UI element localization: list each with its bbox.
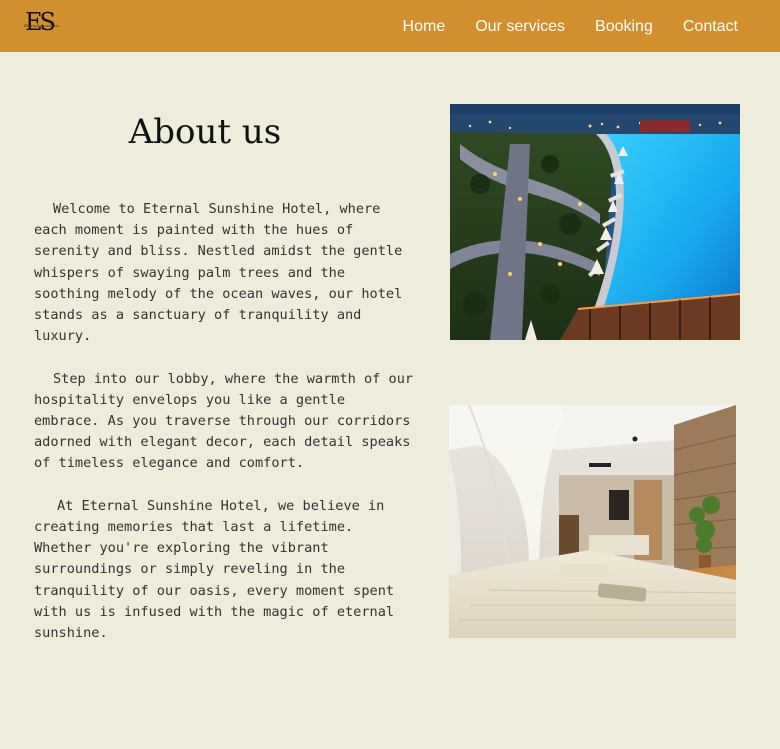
nav-booking-link[interactable]: Booking [595,17,653,37]
bedroom-photo [449,405,736,638]
pool-photo [450,104,740,340]
pool-photo-illustration [450,104,740,340]
nav-services-link[interactable]: Our services [475,17,565,37]
about-text: Welcome to Eternal Sunshine Hotel, where… [34,199,414,665]
top-navbar: ES Eternal Sunshine Home Our services Bo… [0,0,780,52]
about-paragraph: Step into our lobby, where the warmth of… [34,370,414,472]
nav-home-link[interactable]: Home [403,17,446,37]
nav-links: Home Our services Booking Contact [403,17,738,37]
about-title: About us [128,112,282,152]
about-paragraph: Welcome to Eternal Sunshine Hotel, where… [34,201,403,345]
about-paragraph: At Eternal Sunshine Hotel, we believe in… [34,497,395,642]
logo-script: Eternal Sunshine [24,23,60,28]
logo-letters: ES [25,8,56,36]
hotel-logo-icon[interactable]: ES Eternal Sunshine [22,8,62,42]
bedroom-photo-illustration [449,405,736,638]
nav-contact-link[interactable]: Contact [683,17,738,37]
